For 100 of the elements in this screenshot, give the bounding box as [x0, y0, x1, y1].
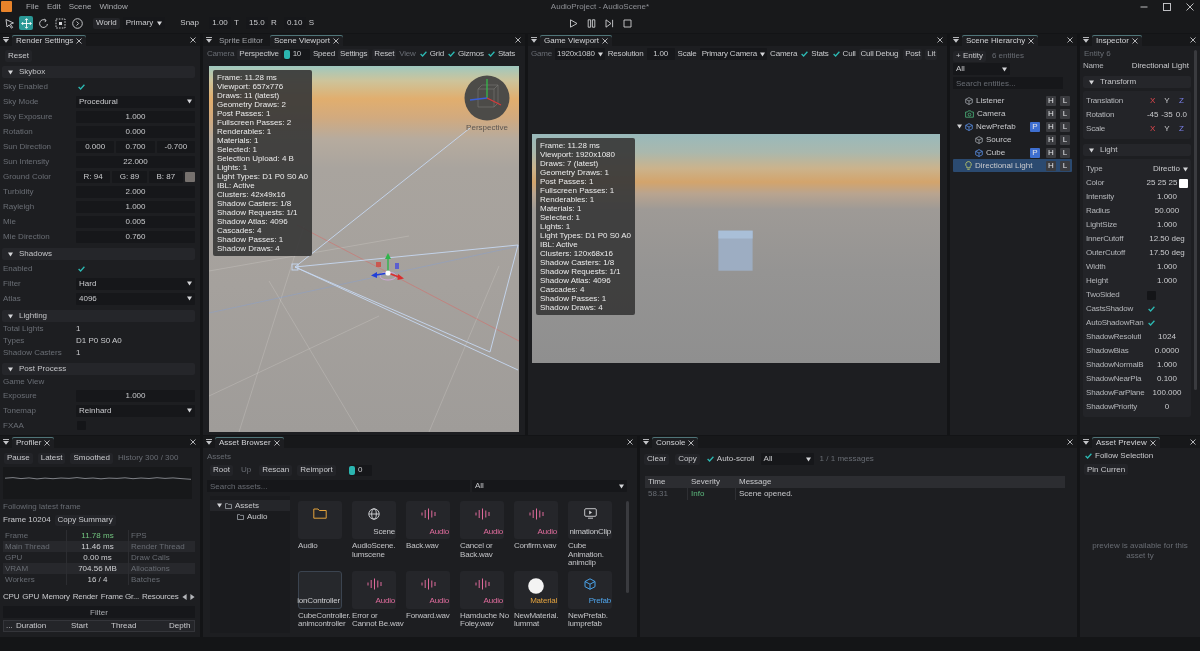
slider-thumb[interactable]	[283, 49, 290, 59]
asset-tile[interactable]: Audio	[406, 501, 450, 539]
panel-menu-icon[interactable]	[206, 37, 212, 43]
tab-close-icon[interactable]	[332, 37, 339, 44]
number-field[interactable]: 1.000	[1146, 261, 1188, 273]
close-icon[interactable]	[1067, 37, 1073, 43]
number-field[interactable]: -35	[1160, 109, 1174, 121]
asset-tile[interactable]: Audio	[460, 501, 504, 539]
view-tab[interactable]: CPU	[3, 591, 20, 603]
folder-row[interactable]: Audio	[210, 511, 290, 522]
tab-close-icon[interactable]	[1028, 37, 1035, 44]
axis-field[interactable]: Y	[1160, 95, 1174, 107]
color-channel-field[interactable]: G: 89	[112, 170, 147, 183]
panel-menu-icon[interactable]	[1083, 439, 1089, 445]
slider-track[interactable]: 0	[348, 464, 372, 476]
swatch-icon[interactable]	[185, 171, 195, 182]
panel-menu-icon[interactable]	[531, 37, 537, 43]
asset-tile[interactable]	[298, 501, 342, 539]
section-header[interactable]: Transform	[1083, 76, 1191, 88]
slider-thumb[interactable]	[348, 465, 355, 475]
number-field[interactable]: 0.760	[76, 230, 195, 243]
column-header[interactable]: Thread	[111, 621, 169, 631]
close-icon[interactable]	[190, 37, 196, 43]
toolbar-button[interactable]: Settings	[338, 48, 370, 60]
toggle-badge[interactable]: L	[1060, 147, 1070, 158]
filter-dropdown[interactable]: All	[472, 480, 627, 492]
view-tab[interactable]: Render	[72, 591, 98, 603]
number-field[interactable]: 0.0000	[1146, 345, 1188, 357]
panel-menu-icon[interactable]	[3, 37, 9, 43]
scroll-left-icon[interactable]	[181, 594, 187, 600]
play-icon[interactable]	[568, 18, 578, 28]
space-toggle-button[interactable]: World	[93, 17, 120, 29]
toggle-badge[interactable]: H	[1046, 147, 1056, 158]
panel-tab[interactable]: Scene Hierarchy	[962, 35, 1039, 46]
number-field[interactable]: 2.000	[76, 185, 195, 198]
close-icon[interactable]	[1186, 2, 1194, 11]
number-field[interactable]: 0.000	[76, 140, 115, 153]
menu-item[interactable]: Edit	[46, 1, 61, 12]
panel-tab[interactable]: Console	[652, 437, 699, 448]
column-header[interactable]: ...	[6, 621, 16, 631]
asset-tile[interactable]: Audio	[514, 501, 558, 539]
toolbar-button[interactable]: Root	[210, 464, 233, 476]
checkbox[interactable]: Gizmos	[446, 49, 484, 59]
add-entity-button[interactable]: + Entity	[953, 50, 986, 62]
panel-tab[interactable]: Game Viewport	[540, 35, 612, 46]
column-header[interactable]: Duration	[16, 621, 71, 631]
search-field[interactable]: Search entities...	[953, 77, 1063, 89]
expand-caret-icon[interactable]	[216, 503, 222, 508]
tab-close-icon[interactable]	[602, 37, 608, 44]
close-icon[interactable]	[515, 37, 521, 43]
checkbox[interactable]	[77, 82, 86, 91]
checkbox[interactable]	[77, 264, 86, 273]
dropdown[interactable]: Hard	[76, 277, 195, 290]
tab-close-icon[interactable]	[1131, 37, 1138, 44]
panel-tab[interactable]: Sprite Editor	[215, 35, 268, 46]
number-field[interactable]: 50.000	[1146, 205, 1188, 217]
panel-menu-icon[interactable]	[3, 439, 9, 445]
toggle-badge[interactable]: H	[1046, 160, 1056, 171]
tab-close-icon[interactable]	[688, 439, 695, 446]
close-icon[interactable]	[1067, 439, 1073, 445]
asset-tile[interactable]: Scene	[352, 501, 396, 539]
stop-icon[interactable]	[622, 18, 632, 28]
toggle-badge[interactable]: L	[1060, 108, 1070, 119]
number-field[interactable]: 1.000	[1146, 359, 1188, 371]
number-field[interactable]: -0.700	[156, 140, 195, 153]
checkbox[interactable]: Grid	[418, 49, 444, 59]
number-field[interactable]: 1.000	[1146, 219, 1188, 231]
panel-menu-icon[interactable]	[206, 439, 212, 445]
number-field[interactable]: 1.000	[76, 110, 195, 123]
axis-field[interactable]: X	[1146, 123, 1160, 135]
color-channel-field[interactable]: 25	[1157, 177, 1167, 189]
dropdown[interactable]: All	[760, 453, 814, 465]
close-icon[interactable]	[1190, 439, 1196, 445]
axis-field[interactable]: Z	[1174, 123, 1188, 135]
dropdown[interactable]: 4096	[76, 292, 195, 305]
tab-close-icon[interactable]	[273, 439, 280, 446]
tool-button[interactable]	[2, 16, 16, 30]
toolbar-button[interactable]: Rescan	[259, 464, 293, 476]
checkbox[interactable]	[1147, 304, 1156, 314]
toggle-badge[interactable]: L	[1060, 134, 1070, 145]
checkbox[interactable]: Auto-scroll	[705, 454, 755, 464]
number-field[interactable]: 1.000	[1146, 191, 1188, 203]
dropdown[interactable]: Directio	[1146, 163, 1188, 175]
tree-row[interactable]: Directional Light H L	[953, 159, 1072, 172]
view-tab[interactable]: Resources	[142, 591, 179, 603]
column-header[interactable]: Time	[645, 476, 688, 488]
tool-button[interactable]	[53, 16, 67, 30]
menu-item[interactable]: Window	[99, 1, 128, 12]
number-field[interactable]: -45	[1146, 109, 1160, 121]
pause-icon[interactable]	[586, 18, 596, 28]
tree-row[interactable]: Listener H L	[953, 94, 1072, 107]
toggle-badge[interactable]: H	[1046, 121, 1056, 132]
toolbar-button[interactable]: Smoothed	[70, 452, 113, 464]
dropdown[interactable]: Primary Camera	[699, 48, 768, 60]
toggle-badge[interactable]: L	[1060, 160, 1070, 171]
game-view[interactable]	[532, 133, 940, 364]
view-tab[interactable]: GPU	[22, 591, 40, 603]
view-tab[interactable]: Memory	[42, 591, 70, 603]
axis-field[interactable]: X	[1146, 95, 1160, 107]
toggle-badge[interactable]: L	[1060, 95, 1070, 106]
